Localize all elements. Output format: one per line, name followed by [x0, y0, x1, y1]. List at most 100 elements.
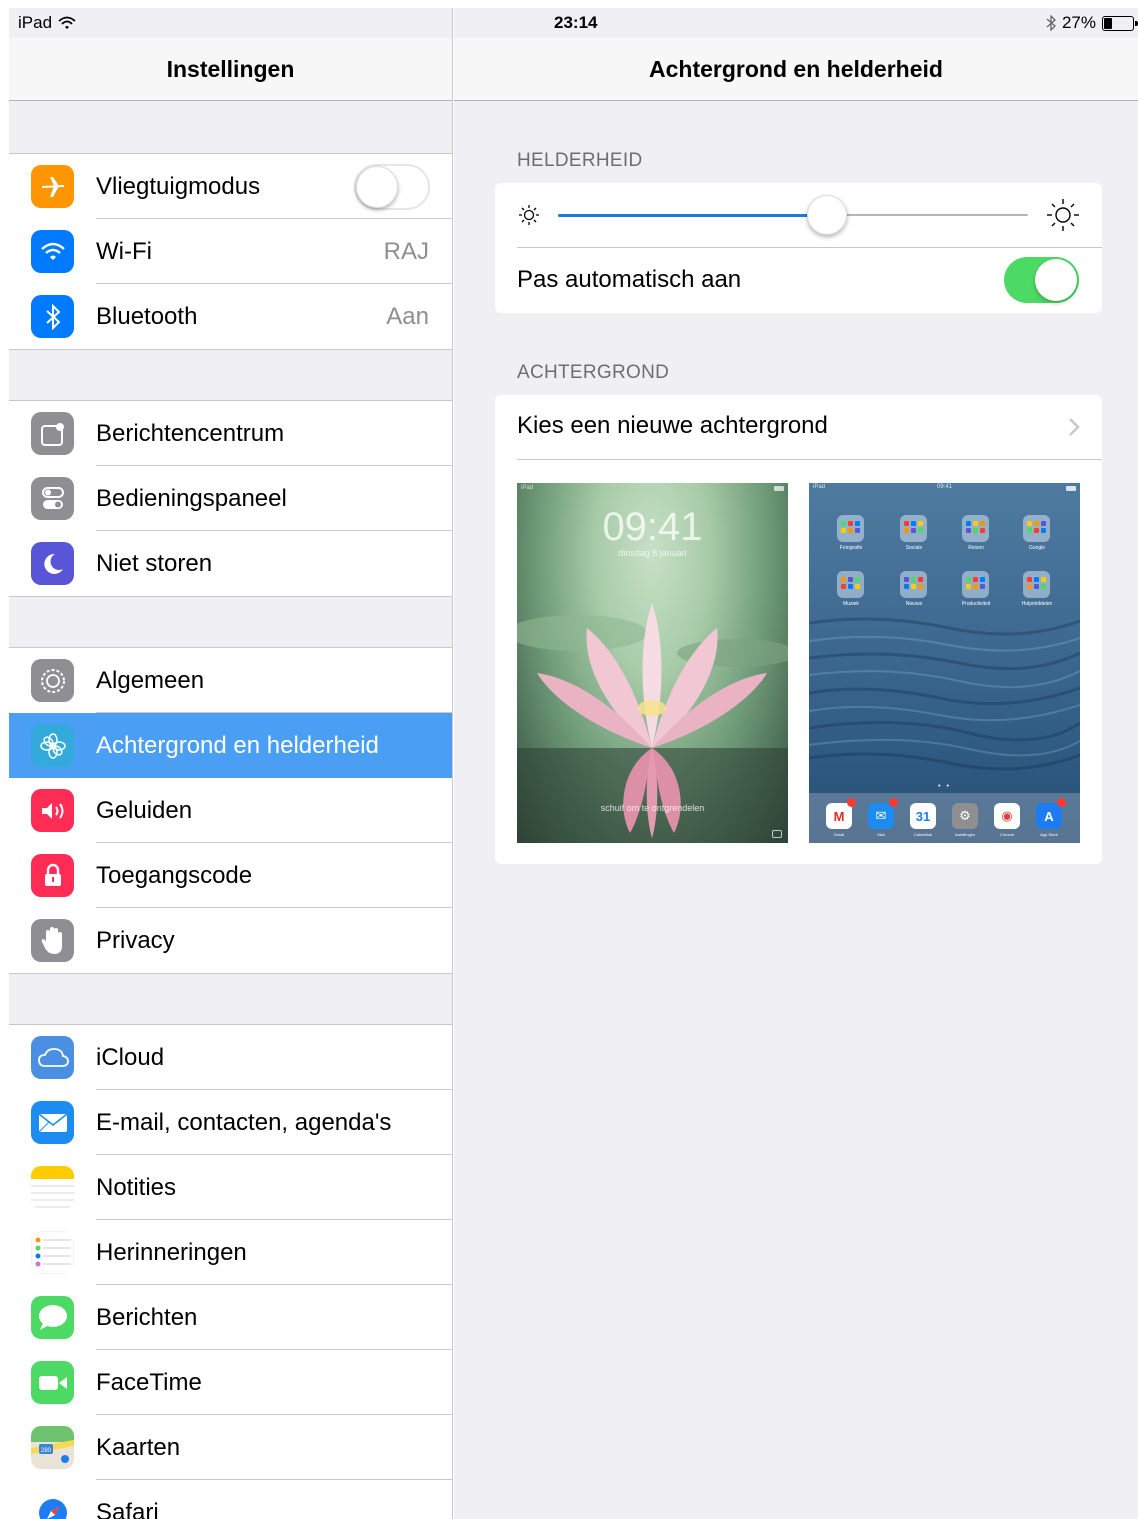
battery-icon: [1102, 15, 1138, 31]
dock-app-label: Gmail: [833, 832, 845, 837]
settings-item-geluiden[interactable]: Geluiden: [9, 778, 452, 843]
master-title: Instellingen: [166, 55, 295, 82]
wifi-icon: [58, 16, 76, 29]
wifi-icon: [31, 230, 74, 273]
folder-label: Productiviteit: [961, 601, 991, 607]
settings-item-label: FaceTime: [96, 1368, 202, 1396]
lock-preview-status: iPad: [521, 485, 534, 491]
detail-nav-bar: Achtergrond en helderheid: [454, 38, 1138, 101]
folder-icon: [962, 571, 989, 598]
folder-icon: [1023, 571, 1050, 598]
status-bar: iPad 23:14 27%: [9, 8, 1138, 38]
settings-item-icloud[interactable]: iCloud: [9, 1025, 452, 1090]
settings-item-niet-storen[interactable]: Niet storen: [9, 531, 452, 596]
wallpaper-icon: [31, 724, 74, 767]
settings-item-label: Achtergrond en helderheid: [96, 731, 379, 759]
settings-item-berichtencentrum[interactable]: Berichtencentrum: [9, 401, 452, 466]
settings-item-label: Bluetooth: [96, 302, 198, 330]
settings-item-label: Algemeen: [96, 666, 205, 694]
bluetooth-icon: [31, 295, 74, 338]
settings-item-value: Aan: [386, 302, 429, 330]
slider-fill: [558, 214, 826, 217]
settings-item-label: Safari: [96, 1498, 159, 1519]
settings-item-label: iCloud: [96, 1043, 165, 1071]
notes-icon: [31, 1166, 74, 1209]
folder-icon: [837, 571, 864, 598]
page-indicator: • •: [938, 783, 951, 790]
settings-group: Vliegtuigmodus Wi-Fi RAJ Bluetooth Aan: [9, 153, 452, 350]
maps-icon: 280: [31, 1426, 74, 1469]
settings-item-notities[interactable]: Notities: [9, 1155, 452, 1220]
settings-item-kaarten[interactable]: 280 Kaarten: [9, 1415, 452, 1480]
settings-group: Algemeen Achtergrond en helderheid Geluide…: [9, 647, 452, 974]
lock-preview-slide-text: schuif om te ontgrendelen: [600, 803, 705, 813]
folder-label: Muziek: [843, 601, 859, 607]
lock-icon: [31, 854, 74, 897]
sun-small-icon: [519, 205, 539, 225]
lock-preview-time: 09:41: [602, 505, 703, 549]
home-screen-wallpaper-preview[interactable]: iPad 09:41 Fotografie Sociale Reizen Google…: [809, 483, 1080, 843]
settings-item-bedieningspaneel[interactable]: Bedieningspaneel: [9, 466, 452, 531]
camera-icon: [772, 830, 782, 838]
battery-percent: 27%: [1061, 13, 1096, 32]
settings-item-bluetooth[interactable]: Bluetooth Aan: [9, 284, 452, 349]
reminders-icon: [31, 1231, 74, 1274]
facetime-icon: [31, 1361, 74, 1404]
settings-item-label: Bedieningspaneel: [96, 484, 287, 512]
divider: [517, 459, 1102, 460]
status-time: 23:14: [554, 13, 598, 32]
folder-icon: [837, 515, 864, 542]
folder-label: Hulpmiddelen: [1021, 601, 1053, 607]
folder-label: Fotografie: [839, 545, 863, 551]
speaker-icon: [31, 789, 74, 832]
settings-item-berichten[interactable]: Berichten: [9, 1285, 452, 1350]
settings-item-privacy[interactable]: Privacy: [9, 908, 452, 973]
notification-badge: [889, 798, 898, 807]
settings-item-achtergrond-en-helderheid[interactable]: Achtergrond en helderheid: [9, 713, 452, 778]
settings-item-herinneringen[interactable]: Herinneringen: [9, 1220, 452, 1285]
choose-wallpaper-row[interactable]: Kies een nieuwe achtergrond: [495, 395, 1102, 459]
brightness-slider[interactable]: [495, 183, 1102, 247]
settings-item-label: Herinneringen: [96, 1238, 247, 1266]
settings-item-algemeen[interactable]: Algemeen: [9, 648, 452, 713]
safari-icon: [31, 1491, 74, 1519]
dock-app-label: Instellingen: [954, 832, 976, 837]
folder-icon: [900, 571, 927, 598]
notification-badge: [847, 798, 856, 807]
settings-item-toegangscode[interactable]: Toegangscode: [9, 843, 452, 908]
device-name: iPad: [18, 13, 53, 32]
brightness-card: Pas automatisch aan: [495, 183, 1102, 313]
settings-item-wi-fi[interactable]: Wi-Fi RAJ: [9, 219, 452, 284]
lock-preview-date: dinsdag 8 januari: [618, 548, 687, 558]
slider-knob[interactable]: [807, 195, 847, 235]
control-center-icon: [31, 477, 74, 520]
detail-pane: Achtergrond en helderheid HELDERHEID Pas…: [454, 8, 1138, 1519]
settings-item-label: Wi-Fi: [96, 237, 152, 265]
sun-large-icon: [1047, 199, 1079, 231]
dock-app-label: Mail: [877, 832, 885, 837]
folder-label: Reizen: [968, 545, 984, 551]
home-preview-battery-icon: [1066, 486, 1076, 491]
folder-label: Sociale: [905, 545, 923, 551]
settings-item-label: Toegangscode: [96, 861, 253, 889]
airplane-mode-toggle[interactable]: [354, 163, 430, 210]
settings-item-label: Vliegtuigmodus: [96, 172, 261, 200]
airplane-icon: [31, 165, 74, 208]
lock-screen-wallpaper-preview[interactable]: iPad 09:41 dinsdag 8 januari schuif om t…: [517, 483, 788, 843]
settings-item-label: Notities: [96, 1173, 177, 1201]
settings-item-vliegtuigmodus[interactable]: Vliegtuigmodus: [9, 154, 452, 219]
dock-app-icon: ✉: [868, 798, 898, 829]
brightness-section-header: HELDERHEID: [517, 150, 643, 171]
gear-icon: [31, 659, 74, 702]
settings-item-facetime[interactable]: FaceTime: [9, 1350, 452, 1415]
settings-item-safari[interactable]: Safari: [9, 1480, 452, 1519]
detail-title: Achtergrond en helderheid: [649, 55, 943, 82]
auto-brightness-toggle[interactable]: [1004, 257, 1079, 303]
folder-icon: [1023, 515, 1050, 542]
wallpaper-section-header: ACHTERGROND: [517, 362, 670, 383]
settings-item-e-mail-contacten-agenda-s[interactable]: E-mail, contacten, agenda's: [9, 1090, 452, 1155]
settings-item-label: Kaarten: [96, 1433, 181, 1461]
settings-group: Berichtencentrum Bedieningspaneel Niet sto…: [9, 400, 452, 597]
settings-item-label: E-mail, contacten, agenda's: [96, 1108, 392, 1136]
master-nav-bar: Instellingen: [9, 38, 452, 101]
